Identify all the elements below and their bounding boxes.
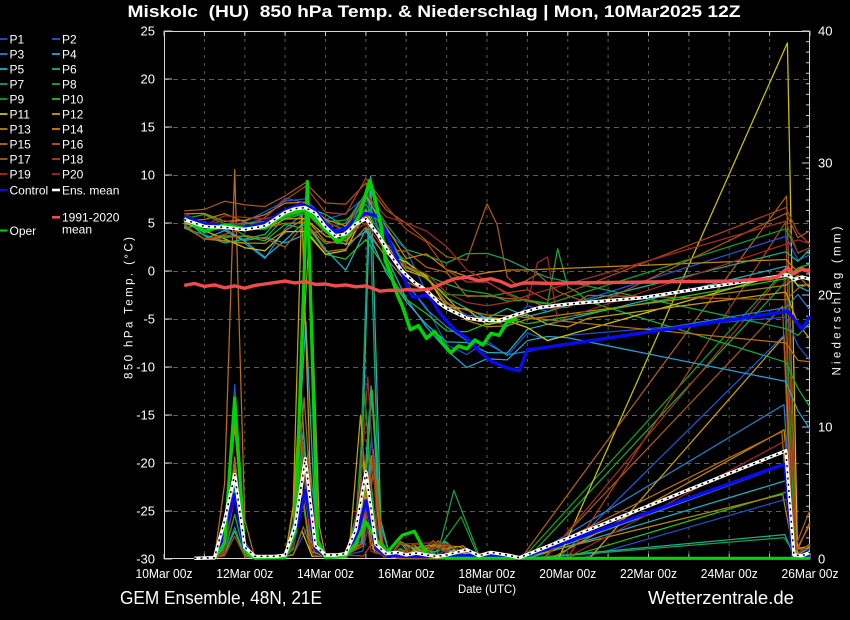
svg-text:-10: -10 bbox=[136, 360, 155, 375]
svg-text:P7: P7 bbox=[10, 77, 25, 91]
svg-text:20Mar 00z: 20Mar 00z bbox=[539, 566, 596, 581]
svg-text:25: 25 bbox=[141, 24, 155, 39]
svg-text:Oper: Oper bbox=[10, 224, 37, 238]
svg-text:Date (UTC): Date (UTC) bbox=[458, 582, 516, 596]
svg-text:Niederschlag (mm): Niederschlag (mm) bbox=[832, 226, 844, 375]
svg-text:18Mar 00z: 18Mar 00z bbox=[459, 566, 516, 581]
svg-text:P20: P20 bbox=[62, 167, 84, 181]
svg-text:P10: P10 bbox=[62, 92, 84, 106]
svg-text:22Mar 00z: 22Mar 00z bbox=[620, 566, 677, 581]
svg-text:P1: P1 bbox=[10, 32, 25, 46]
svg-text:10: 10 bbox=[141, 168, 155, 183]
svg-text:Wetterzentrale.de: Wetterzentrale.de bbox=[648, 587, 794, 608]
svg-text:16Mar 00z: 16Mar 00z bbox=[378, 566, 435, 581]
svg-text:P16: P16 bbox=[62, 137, 84, 151]
svg-text:P6: P6 bbox=[62, 62, 77, 76]
svg-text:0: 0 bbox=[818, 552, 825, 567]
svg-text:P18: P18 bbox=[62, 152, 84, 166]
svg-text:P8: P8 bbox=[62, 77, 77, 91]
svg-text:0: 0 bbox=[148, 264, 155, 279]
svg-text:40: 40 bbox=[818, 24, 832, 39]
svg-text:Control: Control bbox=[10, 183, 49, 197]
svg-text:GEM Ensemble, 48N, 21E: GEM Ensemble, 48N, 21E bbox=[120, 588, 322, 608]
svg-text:P17: P17 bbox=[10, 152, 32, 166]
svg-text:26Mar 00z: 26Mar 00z bbox=[782, 566, 839, 581]
svg-text:P2: P2 bbox=[62, 32, 77, 46]
svg-text:P9: P9 bbox=[10, 92, 25, 106]
svg-text:12Mar 00z: 12Mar 00z bbox=[216, 566, 273, 581]
svg-text:-25: -25 bbox=[136, 504, 155, 519]
svg-text:15: 15 bbox=[141, 120, 155, 135]
svg-text:14Mar 00z: 14Mar 00z bbox=[297, 566, 354, 581]
svg-text:24Mar 00z: 24Mar 00z bbox=[701, 566, 758, 581]
svg-text:P4: P4 bbox=[62, 47, 77, 61]
svg-text:-5: -5 bbox=[143, 312, 155, 327]
svg-text:Ens. mean: Ens. mean bbox=[62, 183, 119, 197]
svg-text:P3: P3 bbox=[10, 47, 25, 61]
svg-text:P14: P14 bbox=[62, 122, 84, 136]
svg-text:10Mar 00z: 10Mar 00z bbox=[136, 566, 193, 581]
svg-text:20: 20 bbox=[818, 288, 832, 303]
svg-text:30: 30 bbox=[818, 156, 832, 171]
svg-text:P11: P11 bbox=[10, 107, 31, 121]
svg-text:mean: mean bbox=[62, 222, 92, 236]
svg-text:10: 10 bbox=[818, 420, 832, 435]
svg-text:P12: P12 bbox=[62, 107, 84, 121]
svg-text:P13: P13 bbox=[10, 122, 32, 136]
svg-text:20: 20 bbox=[141, 72, 155, 87]
svg-text:-30: -30 bbox=[136, 552, 155, 567]
svg-text:5: 5 bbox=[148, 216, 155, 231]
svg-text:Miskolc (HU) 850 hPa Temp. &: Miskolc (HU) 850 hPa Temp. & Niederschla… bbox=[128, 2, 741, 21]
svg-text:P19: P19 bbox=[10, 167, 32, 181]
svg-text:P5: P5 bbox=[10, 62, 25, 76]
svg-text:-15: -15 bbox=[136, 408, 155, 423]
svg-text:-20: -20 bbox=[136, 456, 155, 471]
svg-text:P15: P15 bbox=[10, 137, 32, 151]
